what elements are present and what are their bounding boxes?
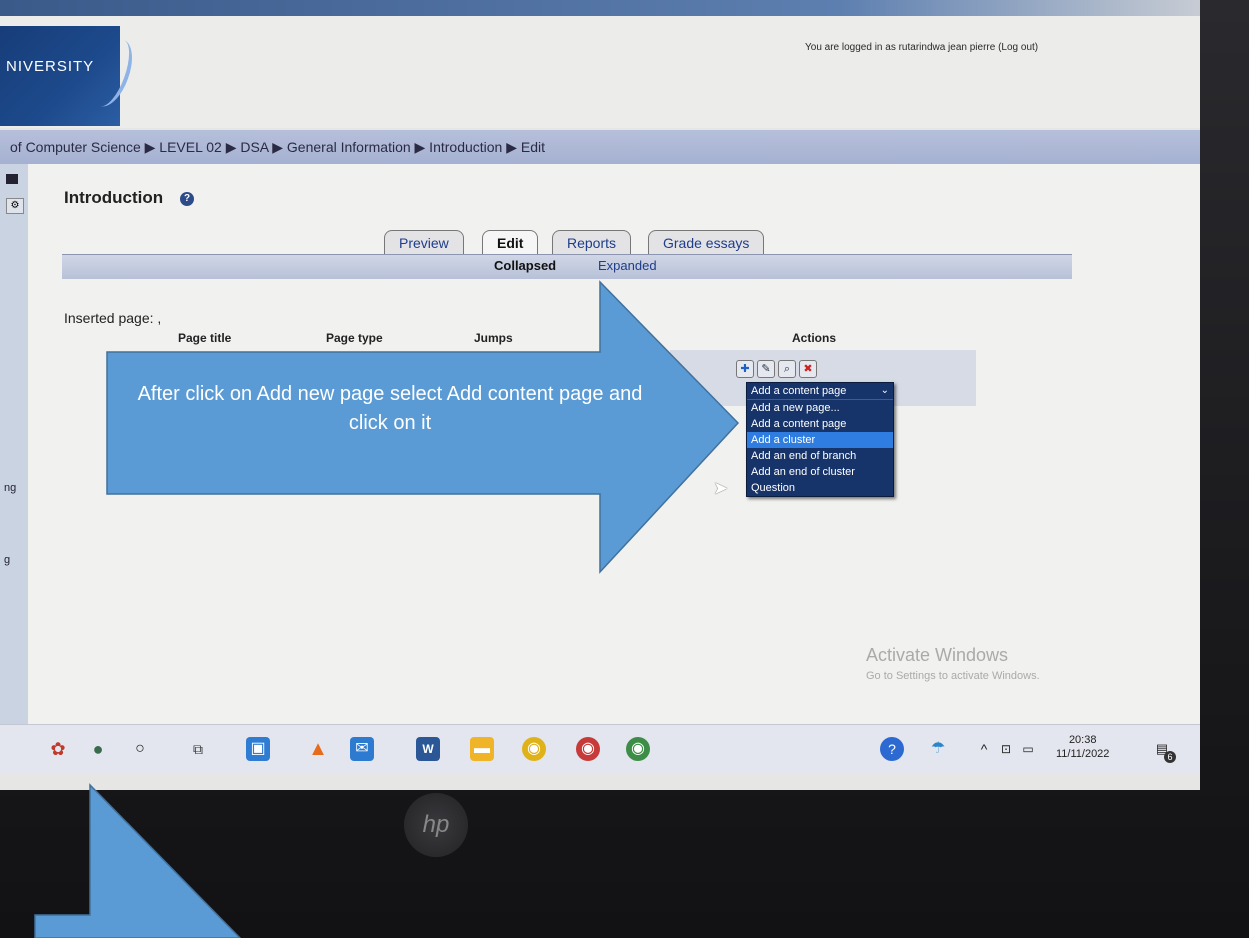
task-view-icon[interactable]: ⧉ (186, 737, 210, 761)
search-icon[interactable]: ○ (128, 737, 152, 761)
tab-bar: Preview Edit Reports Grade essays Collap… (58, 216, 1072, 282)
tab-grade-essays[interactable]: Grade essays (648, 230, 765, 255)
breadcrumb[interactable]: of Computer Science ▶ LEVEL 02 ▶ DSA ▶ G… (10, 139, 545, 156)
chevron-up-icon[interactable]: ^ (972, 737, 996, 761)
chrome-profile-icon[interactable]: ◉ (576, 737, 600, 761)
chrome-icon[interactable]: ◉ (522, 737, 546, 761)
poppy-widget-icon[interactable]: ✿ (46, 737, 70, 761)
windows-taskbar: ✿ ● ○ ⧉ ▣ ▲ ✉ W ▬ ◉ ◉ ◉ ? ☂ ^ ⊡ ▭ 20:38 … (0, 724, 1200, 773)
edit-wrench-icon[interactable]: ✎ (757, 360, 775, 378)
column-header-page-title: Page title (178, 331, 232, 345)
column-header-jumps: Jumps (474, 331, 513, 345)
battery-icon[interactable]: ▭ (1016, 737, 1040, 761)
chrome-icon[interactable]: ◉ (626, 737, 650, 761)
dropdown-option[interactable]: Add a content page (747, 416, 893, 432)
inserted-page-label: Inserted page: , (64, 310, 162, 326)
notification-icon[interactable]: ▤ 6 (1150, 737, 1176, 763)
university-logo[interactable]: NIVERSITY (0, 26, 140, 126)
add-page-dropdown[interactable]: Add a content page ⌄ Add a new page... A… (746, 382, 894, 497)
dropdown-selected[interactable]: Add a content page ⌄ (747, 383, 893, 400)
watermark-subtitle: Go to Settings to activate Windows. (866, 670, 1040, 682)
tab-preview[interactable]: Preview (384, 230, 464, 255)
store-icon[interactable]: ▣ (246, 737, 270, 761)
tab-edit[interactable]: Edit (482, 230, 539, 255)
weather-icon[interactable]: ☂ (926, 737, 950, 761)
hp-logo: hp (404, 793, 468, 857)
sidebar-label[interactable]: ng (4, 482, 16, 494)
dropdown-option[interactable]: Add an end of branch (747, 448, 893, 464)
network-icon[interactable]: ⊡ (994, 737, 1018, 761)
login-info[interactable]: You are logged in as rutarindwa jean pie… (805, 42, 1038, 53)
column-header-page-type: Page type (326, 331, 383, 345)
site-header: NIVERSITY You are logged in as rutarindw… (0, 16, 1200, 128)
word-icon[interactable]: W (416, 737, 440, 761)
mouse-pointer-icon: ➤ (713, 478, 729, 498)
subtab-expanded[interactable]: Expanded (598, 258, 657, 273)
delete-icon[interactable]: ✖ (799, 360, 817, 378)
helmet-widget-icon[interactable]: ● (86, 737, 110, 761)
dropdown-selected-label: Add a content page (751, 385, 847, 397)
main-content: Introduction ? Preview Edit Reports Grad… (28, 164, 1200, 724)
dropdown-option[interactable]: Add an end of cluster (747, 464, 893, 480)
dropdown-option-highlighted[interactable]: Add a cluster (747, 432, 893, 448)
column-header-actions: Actions (792, 331, 837, 345)
sidebar-block-icon[interactable] (6, 174, 18, 184)
dropdown-option[interactable]: Add a new page... (747, 400, 893, 416)
taskbar-clock[interactable]: 20:38 11/11/2022 (1056, 733, 1109, 761)
help-icon[interactable]: ? (180, 192, 194, 206)
dropdown-option[interactable]: Question (747, 480, 893, 496)
logo-text: NIVERSITY (6, 58, 95, 75)
clock-time: 20:38 (1068, 734, 1097, 746)
tab-reports[interactable]: Reports (552, 230, 632, 255)
sidebar: ⚙ ng g (0, 164, 29, 724)
gear-icon[interactable]: ⚙ (6, 198, 24, 214)
notification-count-badge: 6 (1164, 751, 1176, 763)
subtab-strip: Collapsed Expanded (62, 254, 1072, 279)
page-title: Introduction (64, 188, 164, 207)
sidebar-label[interactable]: g (4, 554, 10, 566)
mail-icon[interactable]: ✉ (350, 737, 374, 761)
add-icon[interactable]: ✚ (736, 360, 754, 378)
browser-top-strip (0, 0, 1200, 16)
preview-magnifier-icon[interactable]: ⌕ (778, 360, 796, 378)
help-tray-icon[interactable]: ? (880, 737, 904, 761)
activate-windows-watermark: Activate Windows Go to Settings to activ… (866, 645, 1040, 682)
navbar: of Computer Science ▶ LEVEL 02 ▶ DSA ▶ G… (0, 130, 1200, 164)
vlc-icon[interactable]: ▲ (306, 737, 330, 761)
subtab-collapsed[interactable]: Collapsed (494, 258, 556, 273)
watermark-title: Activate Windows (866, 645, 1009, 665)
chevron-down-icon: ⌄ (880, 385, 889, 396)
file-explorer-icon[interactable]: ▬ (470, 737, 494, 761)
callout-instruction: After click on Add new page select Add c… (137, 383, 643, 434)
clock-date: 11/11/2022 (1056, 748, 1110, 760)
